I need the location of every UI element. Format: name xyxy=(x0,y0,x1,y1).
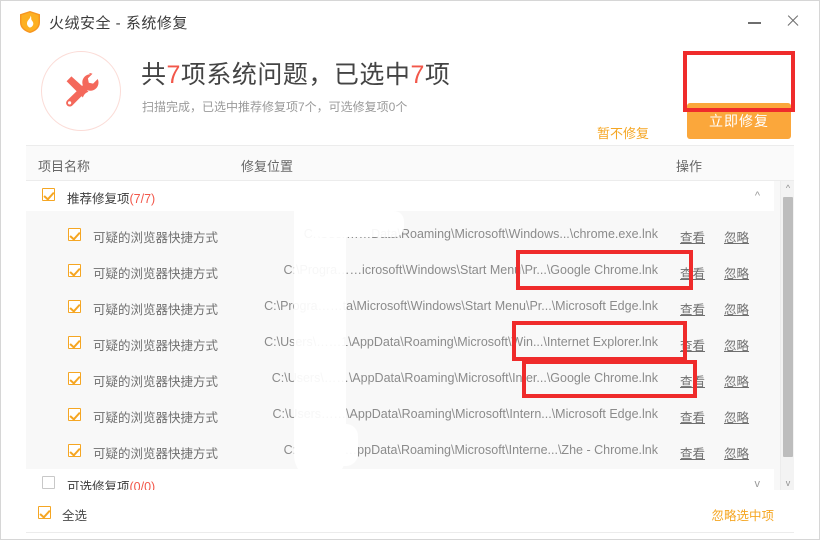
ignore-selected-link[interactable]: 忽略选中项 xyxy=(711,505,774,524)
row-ignore-link[interactable]: 忽略 xyxy=(724,371,749,390)
chevron-up-icon[interactable]: ^ xyxy=(755,190,760,202)
headline-suffix: 项 xyxy=(424,61,451,89)
group-row-optional[interactable]: 可选修复项(0/0) v xyxy=(26,469,774,490)
row-view-link[interactable]: 查看 xyxy=(680,299,705,318)
title-bar: 火绒安全 - 系统修复 xyxy=(1,1,819,43)
row-checkbox[interactable] xyxy=(68,300,81,313)
row-ignore-link[interactable]: 忽略 xyxy=(724,227,749,246)
close-button[interactable] xyxy=(779,9,807,33)
row-view-link[interactable]: 查看 xyxy=(680,263,705,282)
select-all-label: 全选 xyxy=(62,509,88,523)
group-count-optional: (0/0) xyxy=(129,480,156,490)
headline-prefix: 共 xyxy=(141,61,167,89)
row-view-link[interactable]: 查看 xyxy=(680,371,705,390)
scrollbar-thumb[interactable] xyxy=(783,197,793,457)
scroll-down-icon[interactable]: v xyxy=(781,476,794,490)
scroll-up-icon[interactable]: ^ xyxy=(781,181,794,195)
column-header-location: 修复位置 xyxy=(241,159,294,174)
flame-shield-icon xyxy=(20,11,40,33)
table-row[interactable]: 可疑的浏览器快捷方式 C:\Progra……ta\Microsoft\Windo… xyxy=(26,289,774,325)
scan-subtitle: 扫描完成，已选中推荐修复项7个，可选修复项0个 xyxy=(142,100,408,114)
row-checkbox[interactable] xyxy=(68,228,81,241)
list-scrollbar[interactable]: ^ v xyxy=(780,181,794,490)
summary-panel: 共7项系统问题，已选中7项 扫描完成，已选中推荐修复项7个，可选修复项0个 暂不… xyxy=(1,43,819,143)
table-row[interactable]: 可疑的浏览器快捷方式 C:\Users\……1\AppData\Roaming\… xyxy=(26,325,774,361)
huorong-system-repair-window: 火绒安全 - 系统修复 共7项系统问题，已选中7项 扫描完成，已选中推荐修复项7… xyxy=(0,0,820,540)
row-item-name: 可疑的浏览器快捷方式 xyxy=(93,303,219,317)
headline-selected-count: 7 xyxy=(410,61,425,89)
group-checkbox-optional[interactable] xyxy=(42,476,55,489)
column-header-action: 操作 xyxy=(676,159,703,174)
group-checkbox-recommended[interactable] xyxy=(42,188,55,201)
row-checkbox[interactable] xyxy=(68,444,81,457)
footer-bar: 全选 忽略选中项 xyxy=(26,490,794,538)
table-row[interactable]: 可疑的浏览器快捷方式 C:\User……Data\Roaming\Microso… xyxy=(26,217,774,253)
row-item-path: C:\Progra……icrosoft\Windows\Start Menu\P… xyxy=(283,263,658,277)
headline-total-count: 7 xyxy=(166,61,181,89)
chevron-down-icon[interactable]: v xyxy=(755,478,761,490)
repair-now-button[interactable]: 立即修复 xyxy=(687,103,791,139)
row-ignore-link[interactable]: 忽略 xyxy=(724,407,749,426)
group-label-recommended: 推荐修复项(7/7) xyxy=(67,188,155,207)
headline-middle: 项系统问题，已选中 xyxy=(180,61,411,89)
group-name-optional: 可选修复项 xyxy=(67,480,130,490)
page-title: 共7项系统问题，已选中7项 xyxy=(141,55,450,91)
table-row[interactable]: 可疑的浏览器快捷方式 C:\Users\……\AppData\Roaming\M… xyxy=(26,361,774,397)
footer-divider xyxy=(26,532,794,533)
row-item-path: C:\Users\……1\AppData\Roaming\Microsoft\W… xyxy=(264,335,658,349)
row-checkbox[interactable] xyxy=(68,372,81,385)
row-item-name: 可疑的浏览器快捷方式 xyxy=(93,411,219,425)
row-view-link[interactable]: 查看 xyxy=(680,407,705,426)
table-row[interactable]: 可疑的浏览器快捷方式 C:\Users……\AppData\Roaming\Mi… xyxy=(26,397,774,433)
row-ignore-link[interactable]: 忽略 xyxy=(724,335,749,354)
row-item-path: C:\Users……ppData\Roaming\Microsoft\Inter… xyxy=(283,443,658,457)
row-item-name: 可疑的浏览器快捷方式 xyxy=(93,231,219,245)
column-header-name: 项目名称 xyxy=(38,159,91,174)
row-item-name: 可疑的浏览器快捷方式 xyxy=(93,447,219,461)
row-view-link[interactable]: 查看 xyxy=(680,227,705,246)
minimize-button[interactable] xyxy=(741,9,769,33)
select-all-checkbox[interactable] xyxy=(38,506,51,519)
table-header: 项目名称 修复位置 操作 xyxy=(26,145,794,181)
row-view-link[interactable]: 查看 xyxy=(680,335,705,354)
issue-list: 推荐修复项(7/7) ^ 可疑的浏览器快捷方式 C:\User……Data\Ro… xyxy=(26,181,794,490)
skip-repair-link[interactable]: 暂不修复 xyxy=(597,123,649,142)
group-count-recommended: (7/7) xyxy=(129,192,156,206)
row-item-path: C:\Users……\AppData\Roaming\Microsoft\Int… xyxy=(272,407,658,421)
row-checkbox[interactable] xyxy=(68,408,81,421)
group-label-optional: 可选修复项(0/0) xyxy=(67,476,155,490)
row-ignore-link[interactable]: 忽略 xyxy=(724,299,749,318)
row-item-path: C:\Progra……ta\Microsoft\Windows\Start Me… xyxy=(264,299,658,313)
wrench-screwdriver-icon xyxy=(41,51,121,131)
row-ignore-link[interactable]: 忽略 xyxy=(724,443,749,462)
row-item-name: 可疑的浏览器快捷方式 xyxy=(93,375,219,389)
row-checkbox[interactable] xyxy=(68,264,81,277)
row-ignore-link[interactable]: 忽略 xyxy=(724,263,749,282)
row-view-link[interactable]: 查看 xyxy=(680,443,705,462)
table-row[interactable]: 可疑的浏览器快捷方式 C:\Users……ppData\Roaming\Micr… xyxy=(26,433,774,469)
row-item-name: 可疑的浏览器快捷方式 xyxy=(93,267,219,281)
row-item-path: C:\Users\……\AppData\Roaming\Microsoft\In… xyxy=(271,371,658,385)
window-title: 火绒安全 - 系统修复 xyxy=(49,15,188,32)
row-item-path: C:\User……Data\Roaming\Microsoft\Windows.… xyxy=(303,227,658,241)
row-item-name: 可疑的浏览器快捷方式 xyxy=(93,339,219,353)
group-row-recommended[interactable]: 推荐修复项(7/7) ^ xyxy=(26,181,774,211)
table-row[interactable]: 可疑的浏览器快捷方式 C:\Progra……icrosoft\Windows\S… xyxy=(26,253,774,289)
row-checkbox[interactable] xyxy=(68,336,81,349)
group-name-recommended: 推荐修复项 xyxy=(67,192,130,206)
